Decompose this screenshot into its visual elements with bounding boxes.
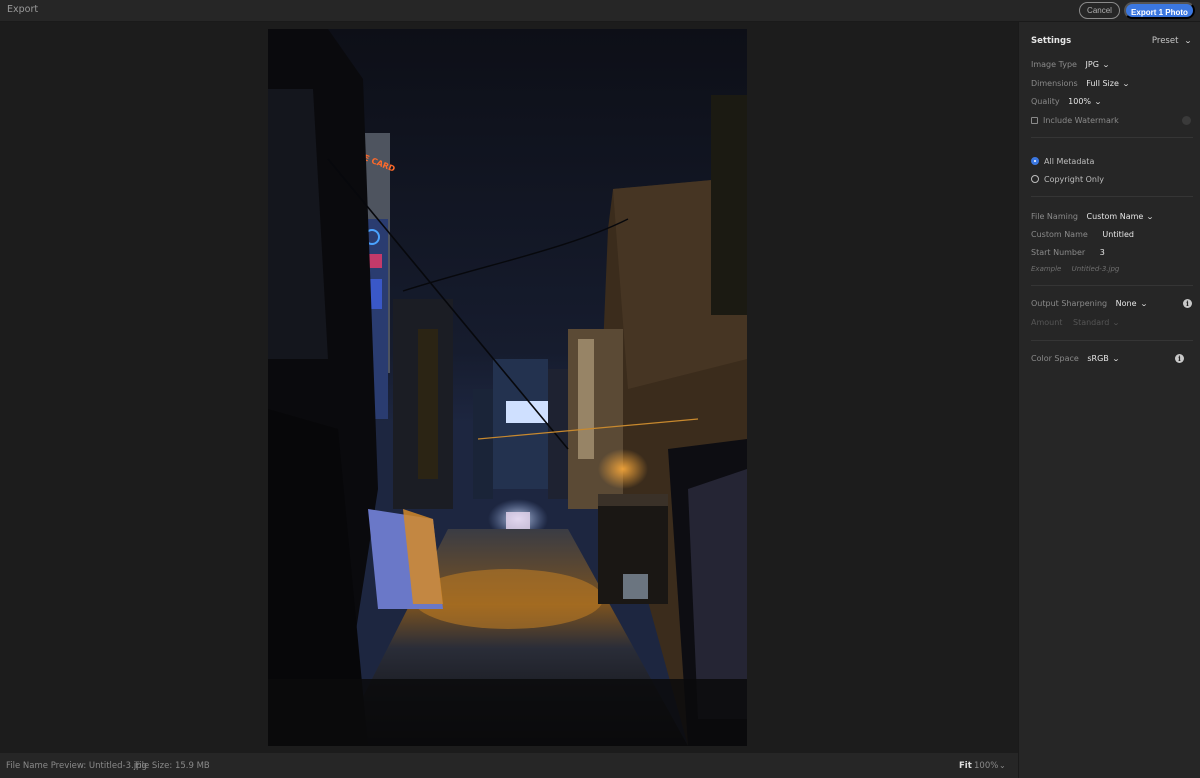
dimensions-dropdown[interactable]: Full Size ⌄	[1086, 79, 1130, 88]
chevron-down-icon: ⌄	[1139, 300, 1148, 308]
gear-icon[interactable]	[1182, 116, 1191, 125]
example-row: Example Untitled-3.jpg	[1031, 265, 1119, 273]
photo-image: LOTTE CARD	[268, 29, 747, 746]
status-bar: File Name Preview: Untitled-3.jpg File S…	[0, 753, 1018, 778]
chevron-down-icon: ⌄	[1111, 355, 1120, 363]
watermark-row[interactable]: Include Watermark	[1031, 116, 1119, 125]
color-space-label: Color Space	[1031, 354, 1079, 363]
chevron-down-icon: ⌄	[1121, 80, 1130, 88]
zoom-level-dropdown[interactable]: 100%	[974, 761, 998, 771]
file-naming-value: Custom Name	[1086, 212, 1144, 221]
divider	[1031, 196, 1193, 197]
custom-name-label: Custom Name	[1031, 230, 1088, 239]
example-value: Untitled-3.jpg	[1071, 265, 1120, 273]
example-label: Example	[1031, 265, 1062, 273]
divider	[1031, 137, 1193, 138]
image-type-value: JPG	[1085, 60, 1099, 69]
amount-row: Amount Standard ⌄	[1031, 318, 1121, 327]
file-naming-row: File Naming Custom Name ⌄	[1031, 212, 1155, 221]
divider	[1031, 340, 1193, 341]
amount-label: Amount	[1031, 318, 1063, 327]
metadata-all-label: All Metadata	[1044, 157, 1095, 166]
info-icon[interactable]: i	[1183, 299, 1192, 308]
title-bar: Export Cancel Export 1 Photo	[0, 0, 1200, 22]
preset-label: Preset	[1151, 36, 1179, 46]
settings-heading: Settings	[1031, 36, 1072, 46]
start-number-label: Start Number	[1031, 248, 1086, 257]
dimensions-value: Full Size	[1086, 79, 1119, 88]
chevron-down-icon: ⌄	[1112, 319, 1121, 327]
chevron-down-icon: ⌄	[1101, 61, 1110, 69]
metadata-option-copyright[interactable]: Copyright Only	[1031, 175, 1104, 184]
divider	[1031, 285, 1193, 286]
fit-zoom-button[interactable]: Fit	[959, 761, 972, 771]
radio-selected-icon[interactable]	[1031, 157, 1039, 165]
info-icon[interactable]: i	[1175, 354, 1184, 363]
output-sharpening-value: None	[1115, 299, 1137, 308]
quality-value: 100%	[1068, 97, 1092, 106]
amount-dropdown: Standard ⌄	[1072, 318, 1121, 327]
file-naming-dropdown[interactable]: Custom Name ⌄	[1086, 212, 1155, 221]
output-sharpening-dropdown[interactable]: None ⌄	[1115, 299, 1148, 308]
custom-name-input[interactable]: Untitled	[1102, 230, 1134, 239]
output-sharpening-label: Output Sharpening	[1031, 299, 1108, 308]
settings-panel: Settings Preset ⌄ Image Type JPG ⌄ Dimens…	[1018, 22, 1200, 778]
quality-label: Quality	[1031, 97, 1060, 106]
output-sharpening-row: Output Sharpening None ⌄	[1031, 299, 1148, 308]
image-type-dropdown[interactable]: JPG ⌄	[1085, 60, 1110, 69]
quality-dropdown[interactable]: 100% ⌄	[1068, 97, 1103, 106]
metadata-copyright-label: Copyright Only	[1044, 175, 1104, 184]
dimensions-row: Dimensions Full Size ⌄	[1031, 79, 1130, 88]
file-name-preview: File Name Preview: Untitled-3.jpg	[6, 761, 147, 771]
watermark-checkbox[interactable]	[1031, 117, 1038, 124]
window-title: Export	[7, 4, 39, 15]
chevron-down-icon: ⌄	[1183, 37, 1193, 45]
amount-value: Standard	[1072, 318, 1110, 327]
chevron-down-icon[interactable]: ⌄	[999, 761, 1006, 770]
file-size: File Size: 15.9 MB	[135, 761, 210, 771]
photo-preview[interactable]: LOTTE CARD	[268, 29, 747, 746]
radio-unselected-icon[interactable]	[1031, 175, 1039, 183]
chevron-down-icon: ⌄	[1146, 213, 1155, 221]
image-type-label: Image Type	[1031, 60, 1077, 69]
custom-name-row: Custom Name Untitled	[1031, 230, 1134, 239]
quality-row: Quality 100% ⌄	[1031, 97, 1103, 106]
start-number-row: Start Number 3	[1031, 248, 1105, 257]
metadata-option-all[interactable]: All Metadata	[1031, 157, 1094, 166]
color-space-dropdown[interactable]: sRGB ⌄	[1087, 354, 1120, 363]
file-naming-label: File Naming	[1031, 212, 1078, 221]
export-button[interactable]: Export 1 Photo	[1124, 2, 1195, 19]
start-number-input[interactable]: 3	[1100, 248, 1105, 257]
image-type-row: Image Type JPG ⌄	[1031, 60, 1110, 69]
color-space-value: sRGB	[1087, 354, 1109, 363]
chevron-down-icon: ⌄	[1093, 98, 1103, 106]
color-space-row: Color Space sRGB ⌄	[1031, 354, 1120, 363]
preset-dropdown[interactable]: Preset ⌄	[1151, 36, 1193, 46]
watermark-label: Include Watermark	[1043, 116, 1119, 125]
cancel-button[interactable]: Cancel	[1079, 2, 1120, 19]
dimensions-label: Dimensions	[1031, 79, 1078, 88]
